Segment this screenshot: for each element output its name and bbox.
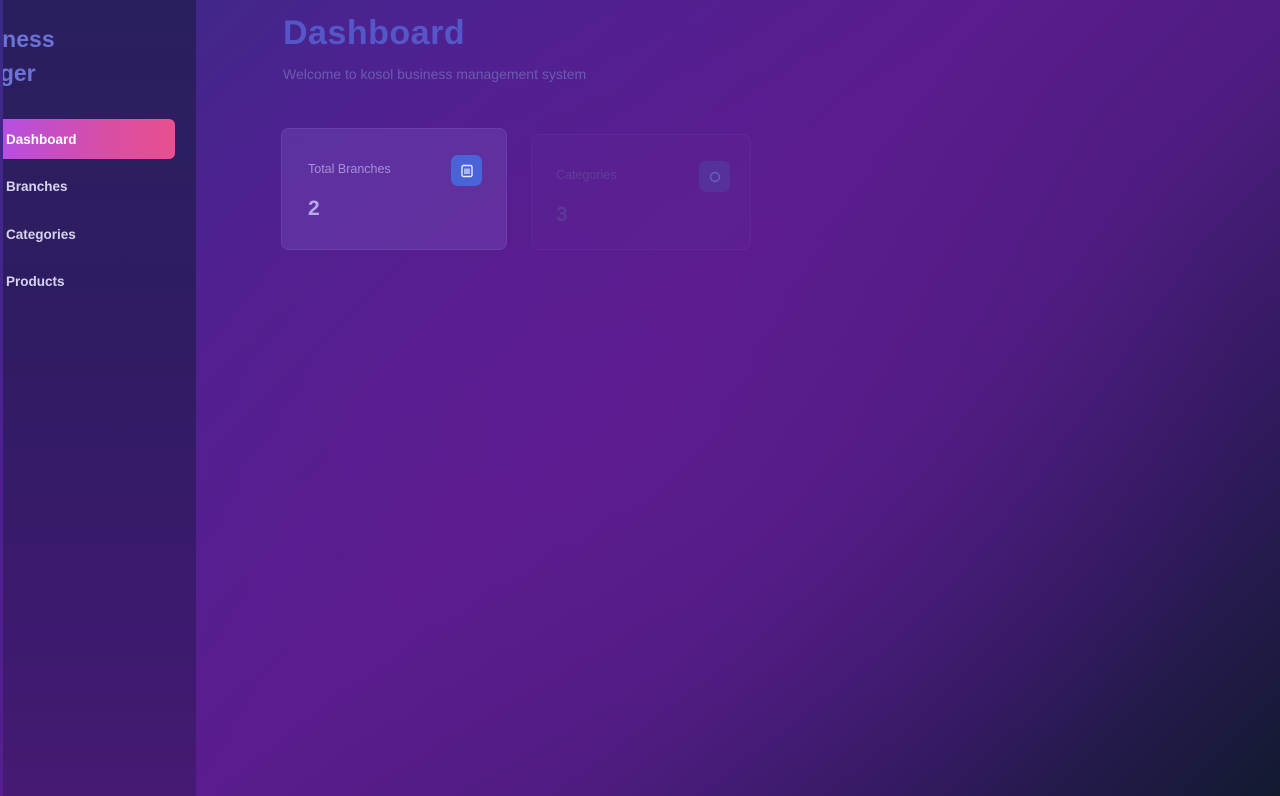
sidebar-item-label: Branches: [6, 179, 68, 194]
app-brand: siness nager: [3, 22, 193, 90]
sidebar-item-label: Products: [6, 274, 65, 289]
building-icon: [451, 155, 482, 186]
sidebar-nav: Dashboard Branches Categories Products: [3, 119, 175, 309]
stat-card-value: 3: [556, 203, 568, 226]
stat-card-categories[interactable]: Categories 3: [531, 134, 751, 250]
tag-icon: [699, 161, 730, 192]
app-background: siness nager Dashboard Branches Categori…: [0, 0, 1280, 796]
sidebar-item-label: Categories: [6, 226, 76, 242]
sidebar-item-label: Dashboard: [6, 131, 77, 147]
sidebar-item-products[interactable]: Products: [3, 262, 175, 302]
stat-card-total-branches[interactable]: Total Branches 2: [281, 128, 507, 250]
page-subtitle: Welcome to kosol business management sys…: [283, 66, 587, 82]
stat-card-label: Total Branches: [308, 162, 391, 176]
stat-card-label: Categories: [556, 168, 617, 182]
page-title: Dashboard: [283, 14, 466, 52]
sidebar-item-categories[interactable]: Categories: [3, 214, 175, 254]
brand-line-1: siness: [3, 26, 55, 52]
sidebar-item-dashboard[interactable]: Dashboard: [3, 119, 175, 159]
sidebar: siness nager Dashboard Branches Categori…: [3, 0, 196, 796]
sidebar-item-branches[interactable]: Branches: [3, 167, 175, 207]
stat-card-value: 2: [308, 197, 320, 220]
brand-line-2: nager: [3, 60, 36, 86]
